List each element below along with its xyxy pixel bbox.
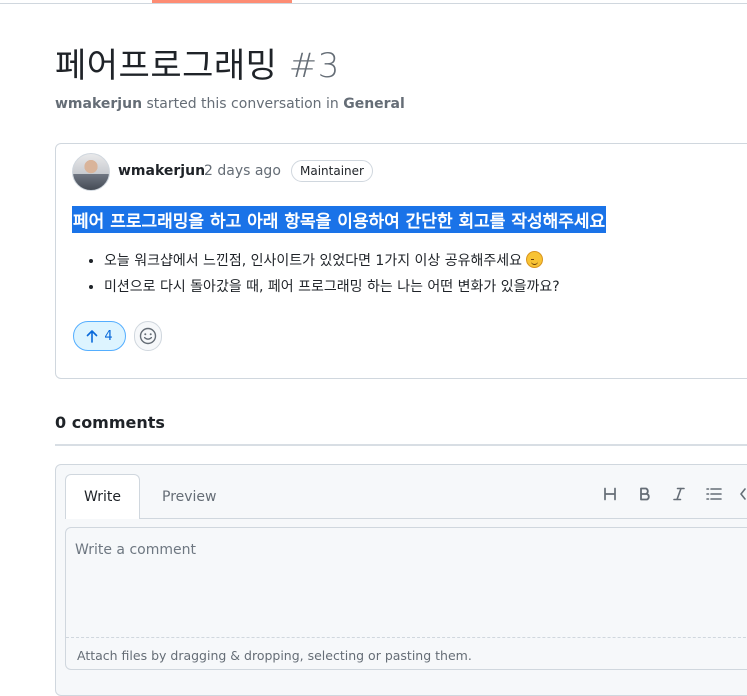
comments-divider	[55, 444, 747, 446]
code-icon[interactable]	[736, 482, 747, 506]
list-icon[interactable]	[702, 482, 726, 506]
upvote-button[interactable]: 4	[73, 321, 126, 351]
post-author-link[interactable]: wmakerjun	[118, 163, 205, 179]
discussion-number: #3	[288, 46, 340, 86]
heading-icon[interactable]	[598, 482, 622, 506]
tab-preview[interactable]: Preview	[162, 489, 217, 505]
maintainer-badge: Maintainer	[291, 160, 373, 182]
attach-files-hint[interactable]: Attach files by dragging & dropping, sel…	[66, 637, 747, 670]
list-item-text: 오늘 워크샵에서 느낀점, 인사이트가 있었다면 1가지 이상 공유해주세요	[104, 253, 523, 269]
active-tab-indicator	[152, 0, 292, 3]
meta-author-link[interactable]: wmakerjun	[55, 96, 142, 112]
list-item-text: 미션으로 다시 돌아갔을 때, 페어 프로그래밍 하는 나는 어떤 변화가 있을…	[104, 279, 560, 295]
discussion-meta: wmakerjun started this conversation in G…	[55, 96, 405, 112]
list-item: 미션으로 다시 돌아갔을 때, 페어 프로그래밍 하는 나는 어떤 변화가 있을…	[104, 274, 560, 300]
header-border	[0, 0, 747, 4]
post-bullet-list: 오늘 워크샵에서 느낀점, 인사이트가 있었다면 1가지 이상 공유해주세요 미…	[104, 248, 560, 300]
bold-icon[interactable]	[633, 482, 657, 506]
tab-strip-divider	[139, 518, 747, 519]
meta-category-link[interactable]: General	[343, 96, 405, 112]
italic-icon[interactable]	[667, 482, 691, 506]
upvote-count: 4	[104, 328, 113, 344]
comments-count: 0 comments	[55, 413, 165, 432]
add-reaction-button[interactable]	[134, 321, 162, 351]
post-heading: 페어 프로그래밍을 하고 아래 항목을 이용하여 간단한 회고를 작성해주세요	[72, 206, 607, 233]
meta-started-text: started this conversation in	[146, 96, 339, 112]
post-timestamp[interactable]: 2 days ago	[204, 163, 281, 179]
discussion-post: wmakerjun 2 days ago Maintainer 페어 프로그래밍…	[55, 143, 747, 379]
avatar[interactable]	[72, 153, 110, 191]
smiley-icon	[139, 327, 157, 345]
discussion-title: 페어프로그래밍 #3	[55, 38, 340, 87]
winking-face-emoji-icon	[526, 251, 544, 268]
list-item: 오늘 워크샵에서 느낀점, 인사이트가 있었다면 1가지 이상 공유해주세요	[104, 248, 560, 274]
arrow-up-icon	[87, 329, 98, 343]
comment-textarea[interactable]: Write a comment Attach files by dragging…	[65, 527, 747, 670]
discussion-title-text: 페어프로그래밍	[55, 46, 278, 86]
comment-placeholder: Write a comment	[75, 542, 196, 558]
tab-write[interactable]: Write	[65, 474, 140, 519]
